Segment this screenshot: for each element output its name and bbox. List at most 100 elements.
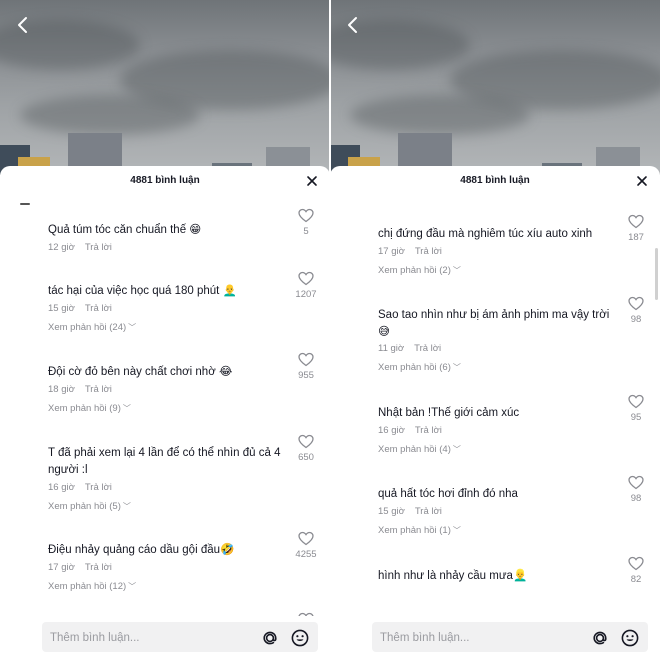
view-replies-button[interactable]: Xem phản hồi (6) ﹀ <box>378 362 461 373</box>
view-replies-button[interactable]: Xem phản hồi (5) ﹀ <box>48 501 131 512</box>
comment-text: Điệu nhảy quảng cáo dầu gội đầu🤣 <box>48 544 235 556</box>
reply-button[interactable]: Trả lời <box>85 303 112 314</box>
avatar <box>20 203 30 205</box>
reply-button[interactable]: Trả lời <box>85 482 112 493</box>
heart-outline-icon <box>298 352 314 367</box>
like-count: 1207 <box>295 289 317 300</box>
reply-button[interactable]: Trả lời <box>85 242 112 253</box>
comment-text: hình như là nhảy cầu mưa👱‍♂️ <box>378 570 528 582</box>
chevron-left-icon <box>348 17 357 33</box>
chevron-down-icon: ﹀ <box>452 445 461 454</box>
like-button[interactable]: 4255 <box>292 531 320 560</box>
comment-text: Quả túm tóc căn chuẩn thế 😁 <box>48 224 202 236</box>
chevron-down-icon: ﹀ <box>128 323 137 332</box>
view-replies-button[interactable]: Xem phản hồi (24) ﹀ <box>48 322 136 333</box>
like-button[interactable]: 955 <box>292 352 320 381</box>
chevron-down-icon: ﹀ <box>128 582 137 591</box>
mention-button[interactable] <box>590 628 610 648</box>
back-button[interactable] <box>342 14 364 36</box>
heart-outline-icon <box>298 434 314 449</box>
comment-text: tác hại của việc học quá 180 phút 👨‍🦲 <box>48 285 237 297</box>
close-icon <box>637 176 647 186</box>
right-screen: 4881 bình luận chị đứng đầu mà nghiêm tú… <box>330 0 660 660</box>
video-background <box>330 0 660 175</box>
mention-button[interactable] <box>260 628 280 648</box>
reply-button[interactable]: Trả lời <box>415 506 442 517</box>
like-button[interactable]: 95 <box>622 394 650 423</box>
comment-count-title: 4881 bình luận <box>130 175 200 186</box>
comment-meta: 15 giờ Trả lời <box>378 506 442 517</box>
comment-input[interactable] <box>48 628 252 648</box>
comment-input-box <box>42 622 318 652</box>
left-screen: 4881 bình luận Quả túm tóc căn chuẩn thế… <box>0 0 330 660</box>
like-count: 4255 <box>295 549 317 560</box>
comment-input-bar <box>330 616 660 660</box>
chevron-down-icon: ﹀ <box>452 266 461 275</box>
reply-button[interactable]: Trả lời <box>85 562 112 573</box>
reply-button[interactable]: Trả lời <box>415 425 442 436</box>
at-icon <box>593 631 607 645</box>
like-count: 98 <box>630 314 642 325</box>
comments-sheet: 4881 bình luận Quả túm tóc căn chuẩn thế… <box>0 166 330 660</box>
like-button[interactable]: 187 <box>622 214 650 243</box>
view-replies-button[interactable]: Xem phản hồi (2) ﹀ <box>378 265 461 276</box>
sheet-header: 4881 bình luận <box>330 166 660 198</box>
comment-meta: 17 giờ Trả lời <box>378 246 442 257</box>
heart-outline-icon <box>628 394 644 409</box>
like-button[interactable]: 5 <box>292 208 320 237</box>
emoji-button[interactable] <box>290 628 310 648</box>
back-button[interactable] <box>12 14 34 36</box>
comment-meta: 11 giờ Trả lời <box>378 343 441 354</box>
reply-button[interactable]: Trả lời <box>415 246 442 257</box>
like-count: 187 <box>628 232 644 243</box>
like-count: 650 <box>298 452 314 463</box>
view-replies-button[interactable]: Xem phản hồi (9) ﹀ <box>48 403 131 414</box>
comment-time: 16 giờ <box>48 482 75 493</box>
chevron-down-icon: ﹀ <box>452 363 461 372</box>
like-button[interactable]: 82 <box>622 556 650 585</box>
view-replies-button[interactable]: Xem phản hồi (4) ﹀ <box>378 444 461 455</box>
chevron-left-icon <box>18 17 27 33</box>
reply-button[interactable]: Trả lời <box>414 343 441 354</box>
comment-time: 16 giờ <box>378 425 405 436</box>
cloud <box>20 95 200 135</box>
cloud <box>350 95 530 135</box>
heart-outline-icon <box>298 271 314 286</box>
chevron-down-icon: ﹀ <box>122 502 131 511</box>
comment-input-box <box>372 622 648 652</box>
comment-meta: 18 giờ Trả lời <box>48 384 112 395</box>
heart-outline-icon <box>628 556 644 571</box>
reply-button[interactable]: Trả lời <box>85 384 112 395</box>
like-button[interactable]: 98 <box>622 296 650 325</box>
view-replies-button[interactable]: Xem phản hồi (1) ﹀ <box>378 525 461 536</box>
comment-count-title: 4881 bình luận <box>460 175 530 186</box>
comment-meta: 17 giờ Trả lời <box>48 562 112 573</box>
like-button[interactable]: 98 <box>622 475 650 504</box>
screenshot-collage: 4881 bình luận Quả túm tóc căn chuẩn thế… <box>0 0 660 660</box>
comment-input[interactable] <box>378 628 582 648</box>
chevron-down-icon: ﹀ <box>452 526 461 535</box>
sheet-header: 4881 bình luận <box>0 166 330 198</box>
like-button[interactable]: 650 <box>292 434 320 463</box>
like-count: 95 <box>630 412 642 423</box>
heart-outline-icon <box>298 208 314 223</box>
emoji-button[interactable] <box>620 628 640 648</box>
like-count: 5 <box>303 226 309 237</box>
comment-time: 11 giờ <box>378 343 405 354</box>
comment-text: chị đứng đầu mà nghiêm túc xíu auto xinh <box>378 228 593 240</box>
like-count: 955 <box>298 370 314 381</box>
at-icon <box>263 631 277 645</box>
comment-meta: 12 giờ Trả lời <box>48 242 112 253</box>
scrollbar[interactable] <box>655 248 658 300</box>
like-button[interactable]: 1207 <box>292 271 320 300</box>
chevron-down-icon: ﹀ <box>122 404 131 413</box>
comment-time: 12 giờ <box>48 242 75 253</box>
smiley-icon <box>291 629 309 647</box>
comment-time: 17 giờ <box>48 562 75 573</box>
comment-time: 18 giờ <box>48 384 75 395</box>
close-button[interactable] <box>304 173 320 189</box>
smiley-icon <box>621 629 639 647</box>
view-replies-button[interactable]: Xem phản hồi (12) ﹀ <box>48 581 136 592</box>
panel-divider <box>329 0 331 660</box>
close-button[interactable] <box>634 173 650 189</box>
